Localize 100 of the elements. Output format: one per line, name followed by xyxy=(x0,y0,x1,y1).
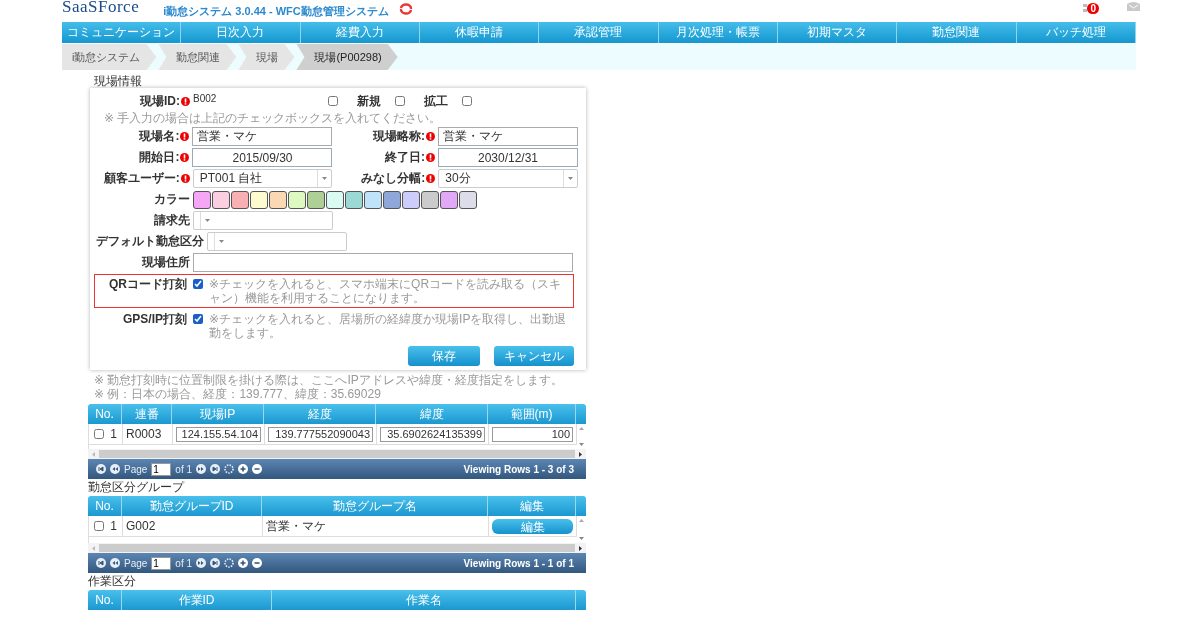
section-title: 作業区分 xyxy=(88,574,137,589)
nav-tab[interactable]: 承認管理 xyxy=(539,22,659,43)
scroll-right-icon[interactable] xyxy=(579,545,582,551)
nav-tab[interactable]: 勤怠関連 xyxy=(897,22,1017,43)
color-swatch[interactable] xyxy=(288,190,306,209)
row-number: 1 xyxy=(110,519,117,533)
checkbox[interactable] xyxy=(193,314,203,324)
breadcrumb-item[interactable]: i勤怠システム xyxy=(62,44,157,70)
row-count: Viewing Rows 1 - 3 of 3 xyxy=(463,463,574,475)
color-swatch[interactable] xyxy=(326,190,344,209)
color-swatch[interactable] xyxy=(231,190,249,209)
color-swatch[interactable] xyxy=(364,190,382,209)
breadcrumb-item[interactable]: 現場 xyxy=(238,44,295,70)
cell-input[interactable]: 100 xyxy=(492,426,573,442)
add-icon[interactable] xyxy=(238,558,249,568)
row-checkbox[interactable] xyxy=(94,521,105,531)
remove-icon[interactable] xyxy=(252,558,263,568)
scrollbar-thumb[interactable] xyxy=(99,450,575,458)
checkbox-label: 拡工 xyxy=(424,92,448,110)
nav-tab[interactable]: バッチ処理 xyxy=(1016,22,1136,43)
color-swatch[interactable] xyxy=(345,190,363,209)
nav-tab[interactable]: コミュニケーション xyxy=(62,22,182,43)
scroll-down-icon[interactable] xyxy=(579,443,584,446)
text-field[interactable]: 営業・マケ xyxy=(192,127,333,146)
color-swatch[interactable] xyxy=(193,190,211,209)
field-label: 現場住所 xyxy=(140,254,190,271)
last-page-icon[interactable] xyxy=(210,558,221,568)
cell-input[interactable]: 124.155.54.104 xyxy=(176,426,261,442)
dropdown[interactable]: 30分 xyxy=(438,169,578,188)
cancel-button[interactable]: キャンセル xyxy=(494,346,574,366)
text-field[interactable]: 営業・マケ xyxy=(438,127,578,146)
nav-tab[interactable]: 休暇申請 xyxy=(420,22,540,43)
color-swatch[interactable] xyxy=(383,190,401,209)
color-swatch[interactable] xyxy=(250,190,268,209)
list-icon[interactable] xyxy=(1083,3,1088,13)
site-id-value: B002 xyxy=(193,93,218,104)
column-header[interactable]: 編集 xyxy=(488,496,576,516)
column-header[interactable]: 範囲(m) xyxy=(488,404,576,424)
column-header[interactable]: 緯度 xyxy=(376,404,488,424)
dropdown[interactable]: PT001 自社 xyxy=(192,169,333,188)
checkbox[interactable] xyxy=(193,279,203,289)
first-page-icon[interactable] xyxy=(96,558,106,568)
scroll-down-icon[interactable] xyxy=(579,537,584,540)
color-swatch[interactable] xyxy=(421,190,439,209)
nav-tab[interactable]: 経費入力 xyxy=(300,22,420,43)
color-swatch[interactable] xyxy=(459,190,477,209)
cell-input[interactable]: 139.777552090043 xyxy=(268,426,373,442)
column-header[interactable]: 作業ID xyxy=(122,590,272,610)
column-header[interactable]: 勤怠グループ名 xyxy=(262,496,488,516)
nav-tab[interactable]: 日次入力 xyxy=(181,22,301,43)
reload-icon[interactable] xyxy=(224,558,235,568)
column-header[interactable]: 勤怠グループID xyxy=(122,496,262,516)
column-header[interactable]: 連番 xyxy=(122,404,172,424)
last-page-icon[interactable] xyxy=(210,464,221,474)
field-label: カラー xyxy=(153,191,190,208)
date-field[interactable]: 2030/12/31 xyxy=(438,148,578,167)
column-header[interactable]: No. xyxy=(88,404,122,424)
next-page-icon[interactable] xyxy=(196,558,207,568)
save-button[interactable]: 保存 xyxy=(408,346,480,366)
previous-page-icon[interactable] xyxy=(110,464,120,474)
checkbox[interactable] xyxy=(328,96,338,106)
breadcrumb-item[interactable]: 現場(P00298) xyxy=(296,44,398,70)
reload-icon[interactable] xyxy=(224,464,235,474)
add-icon[interactable] xyxy=(238,464,249,474)
section-title: 現場情報 xyxy=(94,75,143,88)
color-swatch[interactable] xyxy=(212,190,230,209)
field-label: GPS/IP打刻 xyxy=(122,312,187,326)
column-header[interactable]: 作業名 xyxy=(272,590,576,610)
date-field[interactable]: 2015/09/30 xyxy=(192,148,333,167)
table-cell: R0003 xyxy=(126,427,162,441)
color-swatch[interactable] xyxy=(269,190,287,209)
nav-tab[interactable]: 初期マスタ xyxy=(777,22,898,43)
column-header[interactable]: No. xyxy=(88,496,122,516)
refresh-icon[interactable] xyxy=(398,3,413,15)
address-field[interactable] xyxy=(193,253,573,272)
page-field[interactable]: 1 xyxy=(151,462,172,476)
first-page-icon[interactable] xyxy=(96,464,106,474)
color-swatch[interactable] xyxy=(402,190,420,209)
checkbox[interactable] xyxy=(462,96,472,106)
remove-icon[interactable] xyxy=(252,464,263,474)
scrollbar-thumb[interactable] xyxy=(99,544,575,552)
logo: SaaSForce xyxy=(62,0,140,14)
previous-page-icon[interactable] xyxy=(110,558,120,568)
scroll-right-icon[interactable] xyxy=(579,451,582,457)
next-page-icon[interactable] xyxy=(196,464,207,474)
color-swatch[interactable] xyxy=(440,190,458,209)
column-header[interactable]: No. xyxy=(88,590,122,610)
checkbox[interactable] xyxy=(395,96,405,106)
column-header[interactable]: 現場IP xyxy=(172,404,264,424)
row-checkbox[interactable] xyxy=(94,429,105,439)
column-header[interactable]: 経度 xyxy=(264,404,376,424)
cell-input[interactable]: 35.6902624135399 xyxy=(380,426,485,442)
color-swatch[interactable] xyxy=(307,190,325,209)
page-field[interactable]: 1 xyxy=(151,556,172,570)
checkbox-label: 新規 xyxy=(357,92,381,110)
breadcrumb-item[interactable]: 勤怠関連 xyxy=(158,44,237,70)
edit-button[interactable]: 編集 xyxy=(492,518,573,534)
hint-text: ※ 手入力の場合は上記のチェックボックスを入れてください。 xyxy=(104,110,443,126)
field-label: 現場略称: xyxy=(373,128,425,145)
nav-tab[interactable]: 月次処理・帳票 xyxy=(658,22,778,43)
